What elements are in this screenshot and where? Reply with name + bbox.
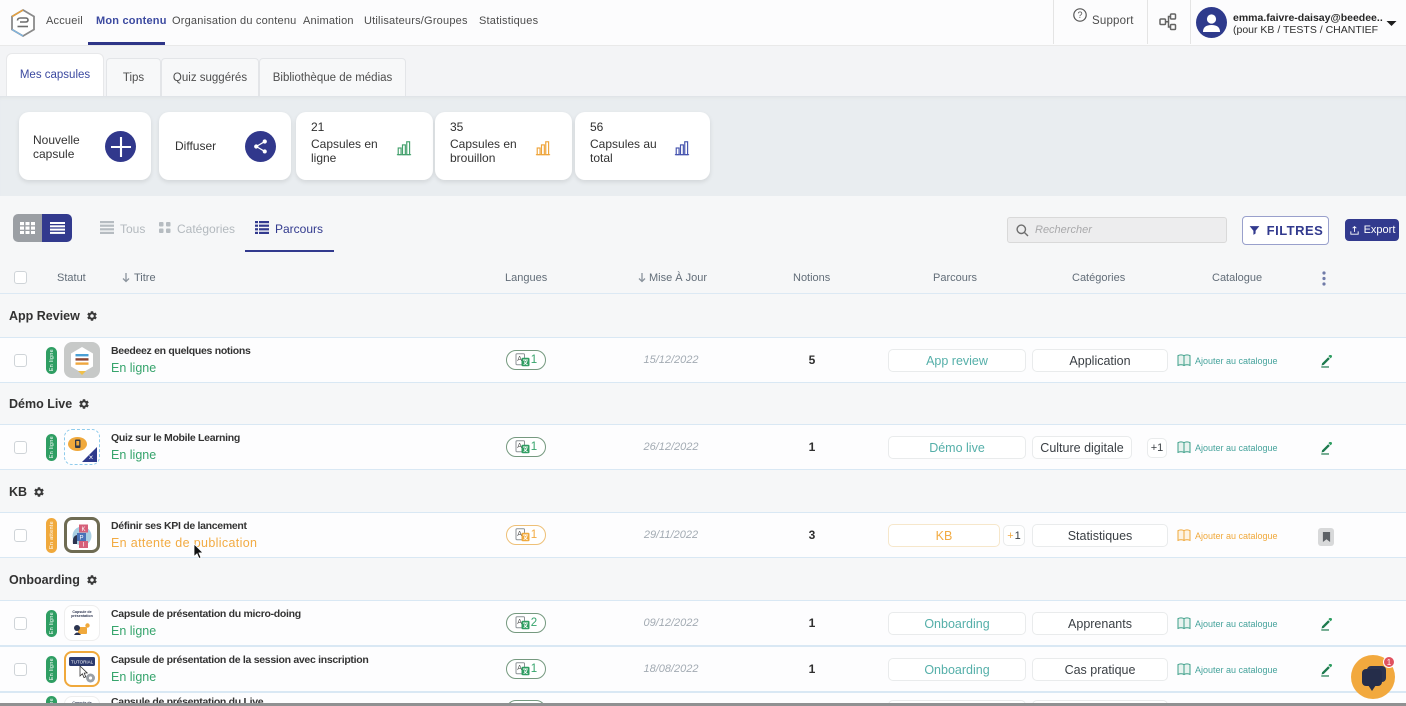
svg-text:TUTORIAL: TUTORIAL — [71, 660, 94, 665]
svg-text:P: P — [79, 535, 83, 541]
svg-text:×: × — [89, 453, 94, 462]
svg-text:présentation: présentation — [71, 614, 93, 618]
svg-text:?: ? — [1077, 10, 1082, 20]
svg-text:K: K — [81, 527, 85, 533]
